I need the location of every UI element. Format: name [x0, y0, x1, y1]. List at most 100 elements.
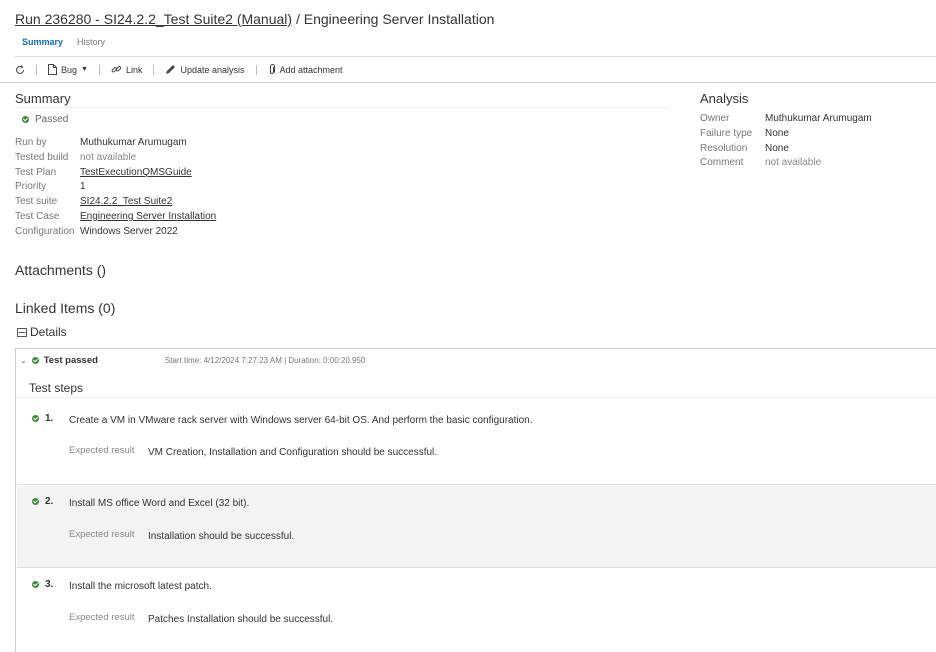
summary-heading: Summary: [15, 91, 71, 106]
step-number-text: 2.: [45, 496, 54, 507]
tested-build-value: not available: [80, 151, 137, 163]
result-label: Test passed: [43, 355, 98, 366]
check-circle-icon: [22, 116, 29, 123]
field-key: Configuration: [15, 225, 75, 237]
resolution-value: None: [765, 142, 789, 154]
check-circle-icon: [32, 415, 39, 422]
bug-button[interactable]: Bug ▼: [48, 64, 88, 75]
summary-divider: [15, 107, 670, 108]
field-key: Run by: [15, 137, 47, 148]
attachments-heading: Attachments (): [15, 262, 107, 278]
step-action: Create a VM in VMware rack server with W…: [69, 415, 533, 426]
step-action: Install the microsoft latest patch.: [69, 581, 212, 592]
field-row: Run by Muthukumar Arumugam: [15, 137, 216, 152]
result-meta: Start time: 4/12/2024 7:27:23 AM | Durat…: [164, 356, 366, 365]
field-key: Tested build: [15, 151, 69, 163]
field-row: Comment not available: [700, 157, 872, 172]
field-key: Priority: [15, 181, 47, 193]
refresh-icon: [16, 64, 24, 74]
field-key: Test Case: [15, 210, 60, 222]
test-plan-link[interactable]: TestExecutionQMSGuide: [80, 167, 192, 182]
status-badge: Passed: [22, 114, 68, 125]
check-circle-icon: [31, 357, 39, 364]
field-row: Resolution None: [700, 143, 872, 158]
step-number: 3.: [32, 579, 53, 590]
result-header: ⌄ Test passed Start time: 4/12/2024 7:27…: [20, 355, 365, 366]
field-key: Test suite: [15, 196, 58, 208]
update-analysis-label: Update analysis: [180, 64, 245, 75]
chevron-down-icon[interactable]: ⌄: [20, 356, 27, 365]
summary-fields: Run by Muthukumar Arumugam Tested build no…: [15, 137, 216, 241]
run-link[interactable]: Run 236280 - SI24.2.2_Test Suite2 (Manua…: [15, 11, 292, 27]
bug-label: Bug: [61, 64, 78, 75]
analysis-fields: Owner Muthukumar Arumugam Failure type Non…: [700, 113, 872, 172]
step-number-text: 1.: [45, 413, 54, 424]
status-text: Passed: [35, 114, 69, 125]
comment-value: not available: [765, 157, 822, 169]
step-number: 1.: [32, 413, 53, 424]
field-row: Failure type None: [700, 128, 872, 143]
expected-result-value: Installation should be successful.: [148, 531, 295, 542]
toolbar-separator: [36, 64, 37, 75]
step-number-text: 3.: [45, 579, 54, 590]
details-icon: [17, 327, 27, 337]
field-key: Test Plan: [15, 166, 57, 178]
expected-result-value: Patches Installation should be successfu…: [148, 614, 334, 625]
details-label: Details: [30, 325, 67, 339]
test-suite-link[interactable]: SI24.2.2_Test Suite2: [80, 196, 172, 211]
test-step: 1. Create a VM in VMware rack server wit…: [17, 398, 936, 485]
test-step: 3. Install the microsoft latest patch. E…: [17, 569, 936, 652]
configuration-value: Windows Server 2022: [80, 225, 178, 237]
field-key: Owner: [700, 113, 730, 124]
failure-type-value: None: [765, 127, 789, 139]
step-action: Install MS office Word and Excel (32 bit…: [69, 498, 250, 509]
field-key: Resolution: [700, 142, 748, 154]
check-circle-icon: [32, 581, 39, 588]
field-row: Configuration Windows Server 2022: [15, 226, 216, 241]
toolbar-divider: [0, 82, 936, 83]
test-case-link[interactable]: Engineering Server Installation: [80, 211, 216, 226]
details-toggle[interactable]: Details: [17, 325, 67, 339]
toolbar-separator: [153, 64, 155, 75]
document-icon: [48, 64, 57, 75]
page-title: Run 236280 - SI24.2.2_Test Suite2 (Manua…: [15, 11, 494, 27]
run-by-value: Muthukumar Arumugam: [80, 137, 187, 148]
test-result-panel: ⌄ Test passed Start time: 4/12/2024 7:27…: [15, 348, 936, 652]
test-case-title: Engineering Server Installation: [303, 11, 495, 27]
update-analysis-button[interactable]: Update analysis: [165, 64, 245, 75]
test-steps-heading: Test steps: [29, 381, 84, 395]
expected-result-label: Expected result: [69, 612, 135, 623]
toolbar: Bug ▼ Link Update analysis Add attachmen…: [15, 64, 343, 75]
field-row: Owner Muthukumar Arumugam: [700, 113, 872, 128]
check-circle-icon: [32, 498, 39, 505]
link-icon: [111, 66, 122, 73]
field-row: Test Case Engineering Server Installation: [15, 211, 216, 226]
tab-history[interactable]: History: [70, 37, 112, 47]
expected-result-value: VM Creation, Installation and Configurat…: [148, 447, 438, 458]
toolbar-separator: [255, 64, 257, 75]
tab-summary[interactable]: Summary: [15, 37, 70, 47]
field-key: Failure type: [700, 127, 753, 139]
link-button[interactable]: Link: [111, 64, 143, 75]
field-row: Test suite SI24.2.2_Test Suite2: [15, 196, 216, 211]
link-label: Link: [125, 64, 143, 75]
analysis-heading: Analysis: [700, 91, 749, 106]
toolbar-separator: [98, 64, 100, 75]
title-separator: /: [292, 11, 304, 27]
add-attachment-label: Add attachment: [279, 64, 343, 75]
field-row: Tested build not available: [15, 152, 216, 167]
owner-value: Muthukumar Arumugam: [765, 113, 872, 124]
tab-divider: [15, 56, 936, 57]
linked-items-heading: Linked Items (0): [15, 300, 116, 316]
field-key: Comment: [700, 157, 744, 169]
field-row: Test Plan TestExecutionQMSGuide: [15, 167, 216, 182]
tab-bar: Summary History: [15, 37, 112, 47]
refresh-button[interactable]: [15, 64, 25, 75]
field-row: Priority 1: [15, 181, 216, 196]
chevron-down-icon: ▼: [81, 66, 88, 73]
priority-value: 1: [80, 181, 86, 193]
paperclip-icon: [269, 64, 275, 74]
step-number: 2.: [32, 496, 53, 507]
expected-result-label: Expected result: [69, 445, 135, 456]
add-attachment-button[interactable]: Add attachment: [268, 64, 343, 75]
